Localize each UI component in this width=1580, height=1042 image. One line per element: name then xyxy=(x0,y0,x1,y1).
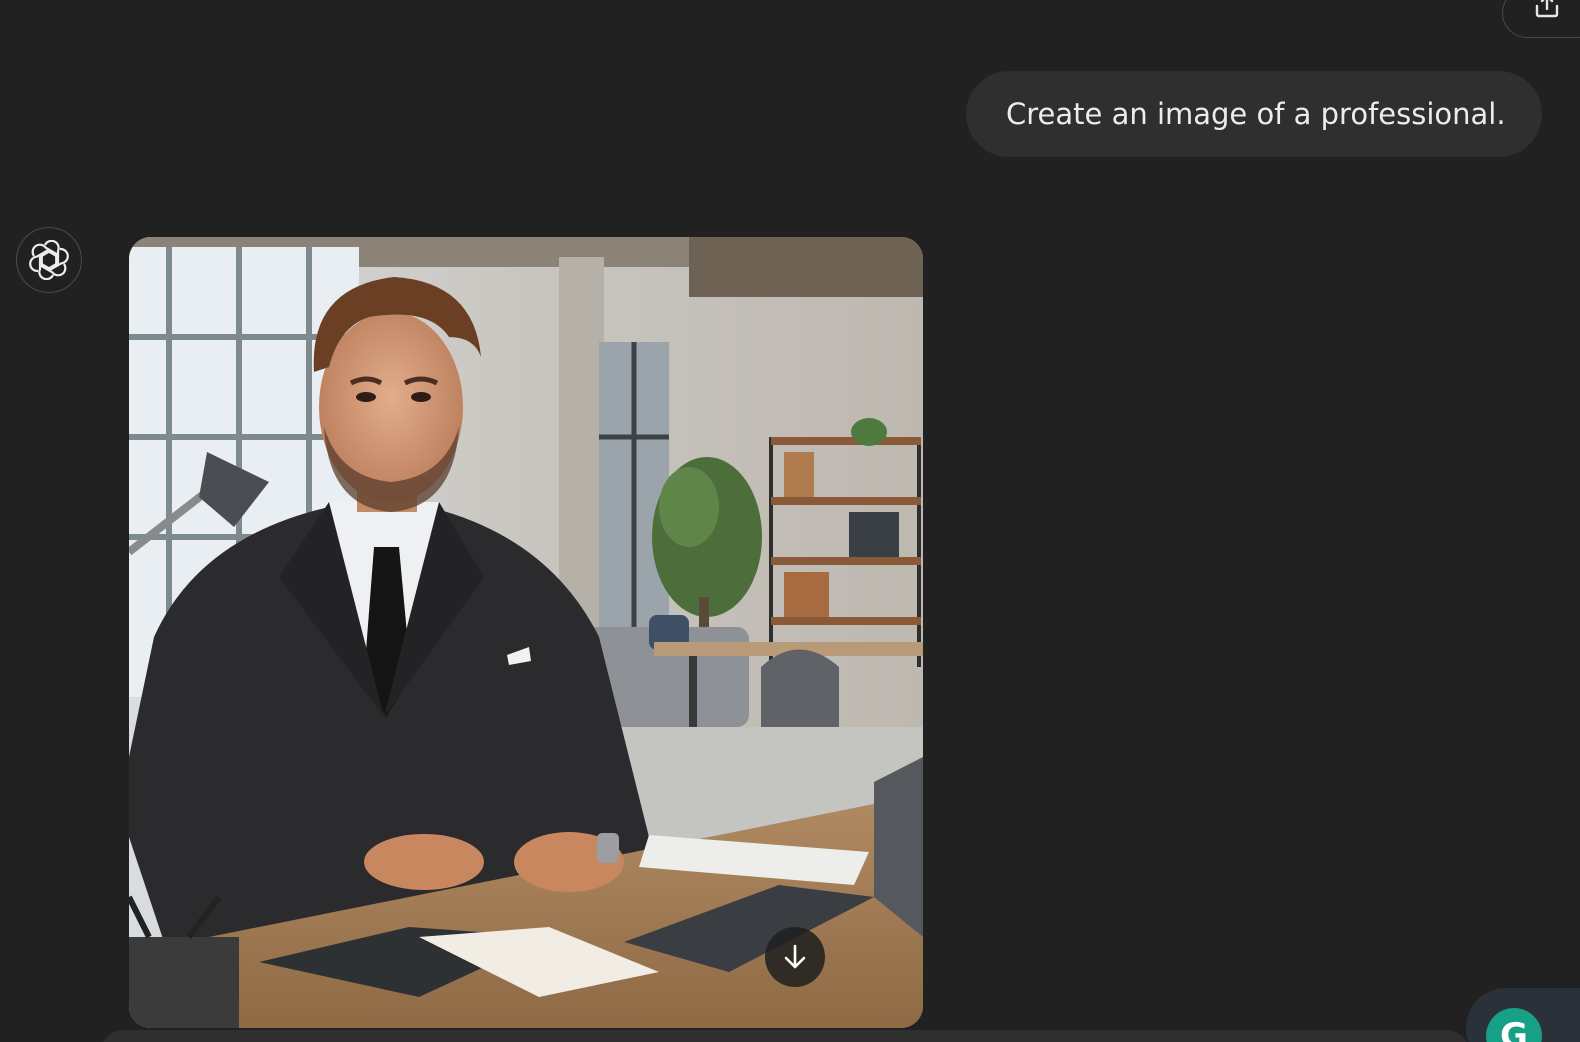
share-icon xyxy=(1535,0,1559,18)
assistant-avatar xyxy=(16,227,82,293)
openai-logo-icon xyxy=(29,240,69,280)
arrow-down-icon xyxy=(784,944,806,969)
chat-page: Create an image of a professional. G xyxy=(0,0,1580,1042)
photo-of-businessman-in-office xyxy=(129,237,923,1028)
user-message-text: Create an image of a professional. xyxy=(1006,97,1506,131)
download-button[interactable] xyxy=(765,927,825,987)
user-message-bubble: Create an image of a professional. xyxy=(966,71,1542,157)
grammarly-icon[interactable]: G xyxy=(1486,1008,1542,1042)
generated-image[interactable] xyxy=(129,237,923,1028)
composer-edge xyxy=(100,1030,1470,1042)
share-button[interactable] xyxy=(1502,0,1580,38)
grammarly-widget[interactable]: G xyxy=(1466,988,1580,1042)
